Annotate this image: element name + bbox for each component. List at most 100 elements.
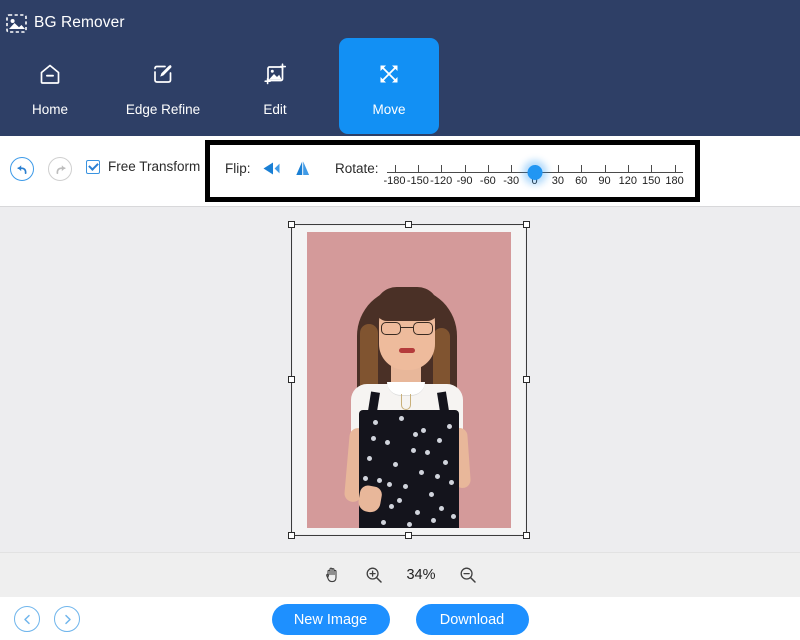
dress-floral-dot [373,420,378,425]
subject-lips [399,348,415,353]
rotate-tick-label: 60 [575,175,587,187]
dress-floral-dot [413,432,418,437]
rotate-tick-label: -180 [384,175,406,187]
rotate-tick [651,165,652,173]
rotate-tick-label: -30 [503,175,519,187]
dress-floral-dot [393,462,398,467]
image-canvas[interactable] [0,207,800,552]
dress-floral-dot [385,440,390,445]
redo-button[interactable] [48,157,72,181]
dress-floral-dot [435,474,440,479]
app-header: BG Remover Home Ed [0,0,800,136]
dress-floral-dot [397,498,402,503]
tab-edit-label: Edit [263,102,286,117]
rotate-tick-label: 90 [598,175,610,187]
action-buttons: New Image Download [0,604,800,635]
rotate-tick [511,165,512,173]
flip-horizontal-icon[interactable] [262,158,282,178]
rotate-tick [465,165,466,173]
subject-necklace [401,394,411,410]
dress-floral-dot [419,470,424,475]
rotate-tick [395,165,396,173]
rotate-tick [605,165,606,173]
dress-floral-dot [363,476,368,481]
rotate-tick [488,165,489,173]
nav-tabs: Home Edge Refine [0,38,439,134]
rotate-tick-label: -150 [407,175,429,187]
tab-home[interactable]: Home [0,38,100,134]
flip-group: Flip: [225,158,313,178]
undo-button[interactable] [10,157,34,181]
dress-floral-dot [381,520,386,525]
rotate-tick-label: -60 [480,175,496,187]
rotate-tick-label: 120 [619,175,637,187]
rotate-tick-label: 150 [642,175,660,187]
tab-edge-refine[interactable]: Edge Refine [113,38,213,134]
tab-home-label: Home [32,102,68,117]
flip-vertical-icon[interactable] [293,158,313,178]
rotate-group: Rotate: -180-150-120-90-60-3003060901201… [335,150,683,194]
dress-floral-dot [387,482,392,487]
dress-floral-dot [443,460,448,465]
rotate-tick [441,165,442,173]
photo-frame [293,226,525,534]
tab-move[interactable]: Move [339,38,439,134]
dress-floral-dot [451,514,456,519]
subject-fringe [375,287,439,321]
dress-floral-dot [371,436,376,441]
undo-redo-group [10,157,72,181]
bg-remover-app: BG Remover Home Ed [0,0,800,640]
dress-floral-dot [367,456,372,461]
dress-floral-dot [399,416,404,421]
free-transform-toggle[interactable]: Free Transform [86,159,200,174]
dress-floral-dot [437,438,442,443]
dress-floral-dot [425,450,430,455]
pen-square-icon [148,59,178,89]
dress-floral-dot [429,492,434,497]
subject-photo [307,232,511,528]
download-button[interactable]: Download [416,604,529,635]
dress-floral-dot [439,506,444,511]
rotate-tick [675,165,676,173]
tab-edit[interactable]: Edit [225,38,325,134]
dress-floral-dot [421,428,426,433]
zoom-out-icon[interactable] [458,565,478,585]
dress-floral-dot [449,480,454,485]
image-crop-icon [260,59,290,89]
rotate-tick [628,165,629,173]
flip-label: Flip: [225,161,251,176]
dress-floral-dot [447,424,452,429]
dress-floral-dot [411,448,416,453]
dress-floral-dot [403,484,408,489]
footer-bar: New Image Download [0,597,800,640]
rotate-tick [558,165,559,173]
dress-floral-dot [431,518,436,523]
app-title: BG Remover [34,14,125,32]
dress-floral-dot [407,522,412,527]
rotate-tick-label: -120 [430,175,452,187]
rotate-tick-label: -90 [457,175,473,187]
move-arrows-icon [374,59,404,89]
new-image-button[interactable]: New Image [272,604,390,635]
brand: BG Remover [6,10,125,36]
rotate-label: Rotate: [335,161,379,176]
tab-move-label: Move [372,102,405,117]
subject-glasses [381,322,433,335]
rotate-tick [581,165,582,173]
rotate-tick [418,165,419,173]
zoom-bar: 34% [0,552,800,597]
zoom-in-icon[interactable] [364,565,384,585]
free-transform-checkbox[interactable] [86,160,100,174]
zoom-level: 34% [406,567,435,583]
hand-pan-icon[interactable] [322,565,342,585]
rotate-tick-label: 30 [552,175,564,187]
home-minus-icon [35,59,65,89]
rotate-tick-label: 180 [665,175,683,187]
dress-floral-dot [377,478,382,483]
rotate-slider-handle[interactable] [527,165,542,180]
dress-floral-dot [415,510,420,515]
tab-edge-refine-label: Edge Refine [126,102,200,117]
image-dashed-icon [6,14,27,33]
dress-floral-dot [389,504,394,509]
rotate-slider[interactable]: -180-150-120-90-60-300306090120150180 [387,154,683,194]
